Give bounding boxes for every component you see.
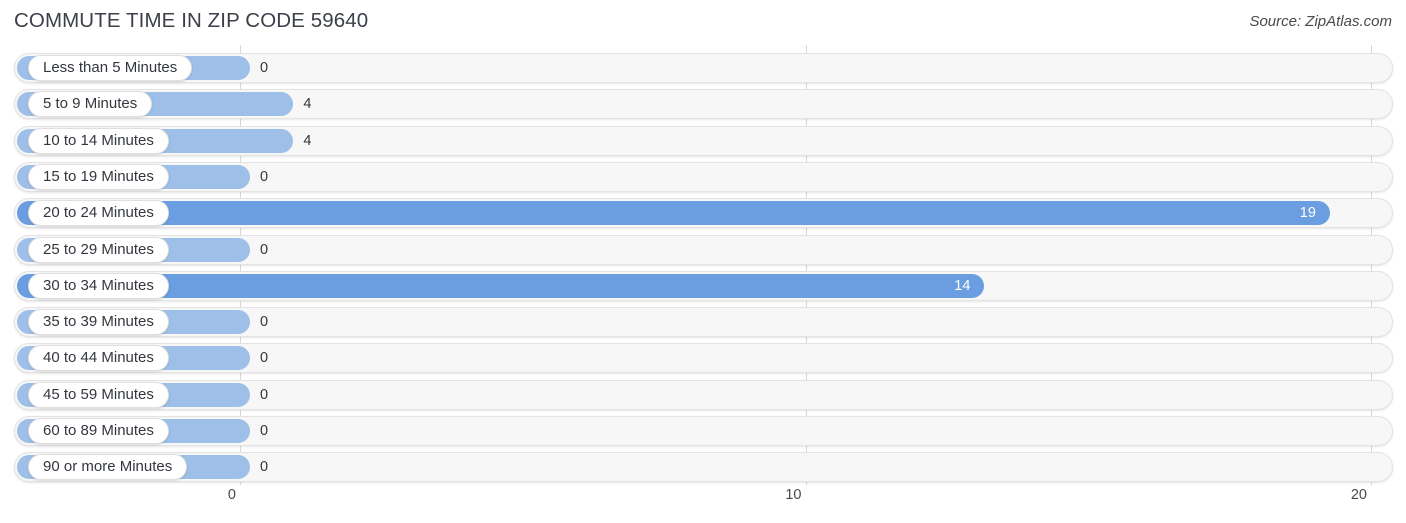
- category-label: 40 to 44 Minutes: [28, 345, 169, 372]
- bar-row[interactable]: 0 Less than 5 Minutes: [14, 53, 1393, 83]
- page-title: COMMUTE TIME IN ZIP CODE 59640: [14, 9, 369, 32]
- bar-row[interactable]: 14 30 to 34 Minutes: [14, 270, 1393, 301]
- category-label: 20 to 24 Minutes: [28, 200, 169, 227]
- bar-value-label: 0: [260, 60, 269, 76]
- category-label: 25 to 29 Minutes: [28, 236, 169, 263]
- bar-row[interactable]: 19 20 to 24 Minutes: [14, 198, 1393, 229]
- category-label: Less than 5 Minutes: [28, 55, 193, 81]
- category-label: 15 to 19 Minutes: [28, 163, 169, 190]
- bar-value-label: 0: [260, 459, 269, 476]
- bar-row[interactable]: 4 5 to 9 Minutes: [14, 89, 1393, 120]
- bar-row[interactable]: 0 35 to 39 Minutes: [14, 307, 1393, 338]
- bar-row[interactable]: 0 15 to 19 Minutes: [14, 161, 1393, 192]
- bar-row[interactable]: 0 60 to 89 Minutes: [14, 416, 1393, 446]
- category-label: 10 to 14 Minutes: [28, 127, 169, 154]
- bar-row[interactable]: 0 40 to 44 Minutes: [14, 343, 1393, 374]
- bar-rows: 0 Less than 5 Minutes 4 5 to 9 Minutes 4 10 t…: [0, 45, 1406, 485]
- bar-row[interactable]: 4 10 to 14 Minutes: [14, 125, 1393, 156]
- x-axis-tick-label: 20: [1350, 487, 1367, 503]
- bar-value-label: 14: [954, 277, 971, 294]
- category-label: 5 to 9 Minutes: [28, 91, 153, 118]
- commute-time-bar-chart: COMMUTE TIME IN ZIP CODE 59640 Source: Z…: [0, 0, 1406, 523]
- bar-value-label: 0: [260, 350, 269, 367]
- bar-value-label: 19: [1299, 205, 1316, 222]
- x-axis: 0 10 20: [0, 487, 1406, 517]
- category-label: 45 to 59 Minutes: [28, 381, 169, 408]
- bar-value-label: 0: [260, 423, 269, 439]
- bar-value-label: 0: [260, 168, 269, 185]
- x-axis-tick-label: 0: [227, 487, 236, 503]
- category-label: 90 or more Minutes: [28, 454, 188, 481]
- bar-value-label: 0: [260, 241, 269, 258]
- category-label: 35 to 39 Minutes: [28, 309, 169, 336]
- bar-value-label: 4: [303, 96, 312, 113]
- bar[interactable]: 19: [17, 201, 1330, 226]
- bar-value-label: 0: [260, 386, 269, 403]
- category-label: 30 to 34 Minutes: [28, 272, 169, 299]
- source-attribution: Source: ZipAtlas.com: [1249, 13, 1392, 30]
- bar-row[interactable]: 0 45 to 59 Minutes: [14, 379, 1393, 410]
- bar-row[interactable]: 0 25 to 29 Minutes: [14, 234, 1393, 265]
- bar-value-label: 4: [303, 132, 312, 149]
- bar-value-label: 0: [260, 314, 269, 331]
- category-label: 60 to 89 Minutes: [28, 418, 169, 444]
- plot-area: 0 Less than 5 Minutes 4 5 to 9 Minutes 4 10 t…: [0, 45, 1406, 485]
- bar-row[interactable]: 0 90 or more Minutes: [14, 452, 1393, 483]
- x-axis-tick-label: 10: [785, 487, 802, 503]
